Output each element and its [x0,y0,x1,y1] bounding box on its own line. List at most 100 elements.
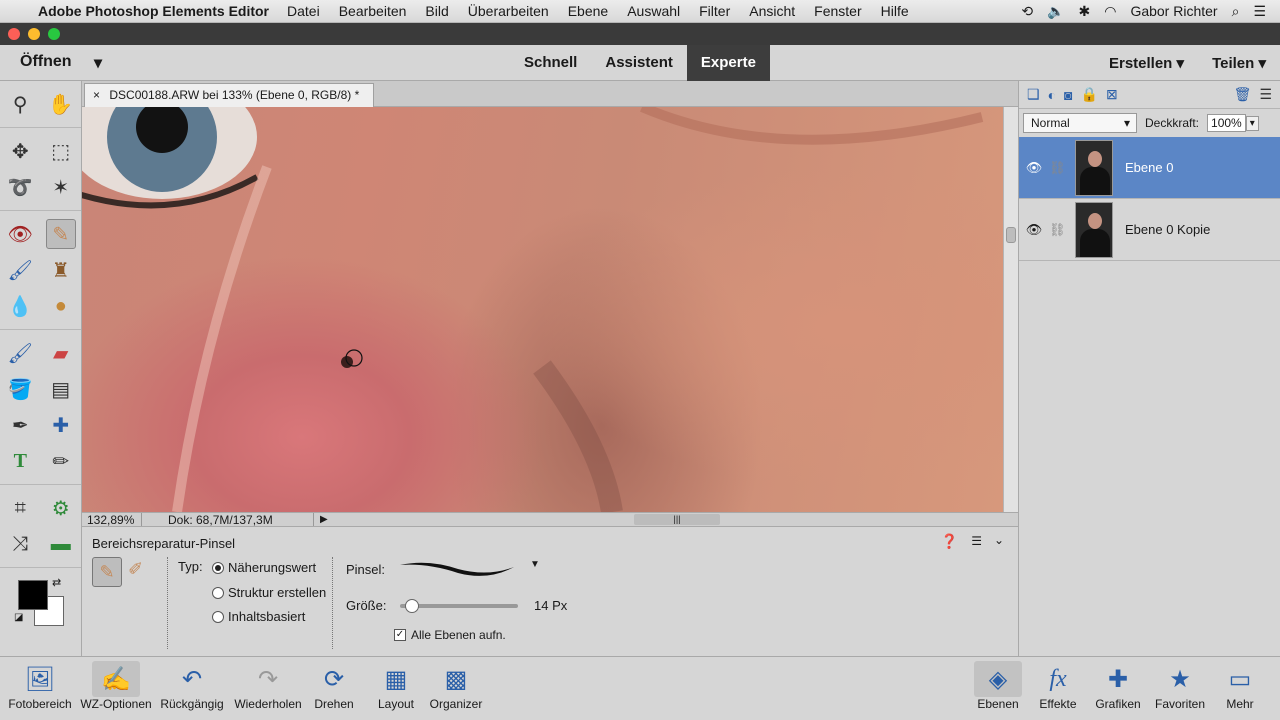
create-button[interactable]: Erstellen ▾ [1109,54,1184,72]
layer-row-ebene-0-kopie[interactable]: 👁 ⛓ Ebene 0 Kopie [1019,199,1280,261]
type-content-aware-radio[interactable]: Inhaltsbasiert [212,609,305,624]
undo-button[interactable]: ↶ Rückgängig [152,661,232,712]
straighten-tool-icon[interactable]: ▬ [46,529,76,559]
foreground-color-swatch[interactable] [18,580,48,610]
close-tab-icon[interactable]: × [93,88,100,102]
options-menu-icon[interactable]: ☰ [971,534,982,548]
horizontal-scroll-thumb[interactable]: ||| [634,514,720,525]
zoom-tool-icon[interactable]: ⚲ [5,89,35,119]
blend-mode-select[interactable]: Normal [1023,113,1137,133]
content-aware-move-tool-icon[interactable]: ⤨ [5,529,35,559]
checkmark-icon[interactable]: ✓ [394,629,406,641]
status-menu-arrow-icon[interactable]: ▶ [320,514,328,525]
smart-brush-tool-icon[interactable]: 🖌 [5,255,35,285]
spotlight-icon[interactable]: ⌕ [1232,3,1240,20]
crop-tool-icon[interactable]: ⌗ [5,493,35,523]
zoom-level[interactable]: 132,89% [82,512,142,527]
mode-schnell[interactable]: Schnell [510,45,591,81]
delete-layer-icon[interactable]: 🗑 [1234,86,1252,103]
mode-experte[interactable]: Experte [686,45,770,81]
new-layer-icon[interactable]: ❑ [1027,86,1040,103]
tool-options-button[interactable]: ✍ WZ-Optionen [76,661,156,711]
open-button[interactable]: Öffnen ▾ [0,53,110,73]
vertical-scroll-thumb[interactable] [1006,227,1016,243]
red-eye-tool-icon[interactable]: 👁 [5,219,35,249]
visibility-eye-icon[interactable]: 👁 [1019,160,1049,176]
zoom-window-icon[interactable] [48,28,60,40]
close-window-icon[interactable] [8,28,20,40]
sponge-tool-icon[interactable]: ● [46,291,76,321]
recompose-tool-icon[interactable]: ⚙ [46,493,76,523]
link-icon[interactable]: ⛓ [1049,222,1075,238]
menu-ueberarbeiten[interactable]: Überarbeiten [468,3,549,19]
opacity-input[interactable]: 100% [1207,114,1246,132]
volume-icon[interactable]: 🔈 [1047,3,1064,20]
link-icon[interactable]: ⛓ [1049,160,1075,176]
menu-fenster[interactable]: Fenster [814,3,861,19]
menu-hilfe[interactable]: Hilfe [881,3,909,19]
wifi-icon[interactable]: ◠ [1104,3,1116,20]
help-icon[interactable]: ❓ [941,533,958,550]
paint-bucket-tool-icon[interactable]: 🪣 [5,374,35,404]
spot-healing-brush-icon[interactable]: ✎ [45,219,76,249]
menu-ansicht[interactable]: Ansicht [749,3,795,19]
menu-auswahl[interactable]: Auswahl [627,3,680,19]
menu-filter[interactable]: Filter [699,3,730,19]
blur-tool-icon[interactable]: 💧 [5,291,35,321]
panel-menu-icon[interactable]: ☰ [1259,86,1272,103]
type-approx-radio[interactable]: Näherungswert [212,560,316,575]
share-button[interactable]: Teilen ▾ [1212,54,1266,72]
minimize-window-icon[interactable] [28,28,40,40]
pencil-tool-icon[interactable]: ✏ [46,446,76,476]
default-colors-icon[interactable]: ◪ [14,612,23,623]
brush-preview[interactable] [398,557,518,577]
layer-mask-icon[interactable]: ◙ [1064,87,1072,103]
more-button[interactable]: ▭ Mehr [1200,661,1280,712]
brush-tool-icon[interactable]: 🖌 [5,338,35,368]
clone-stamp-tool-icon[interactable]: ♜ [46,255,76,285]
app-name[interactable]: Adobe Photoshop Elements Editor [38,3,269,19]
hand-tool-icon[interactable]: ✋ [46,89,76,119]
gradient-tool-icon[interactable]: ▤ [46,374,76,404]
notification-center-icon[interactable]: ☰ [1253,3,1266,20]
bluetooth-icon[interactable]: ✱ [1078,3,1090,20]
size-slider[interactable] [400,599,518,613]
type-texture-radio[interactable]: Struktur erstellen [212,585,326,600]
radio-dot[interactable] [212,586,224,599]
menu-bild[interactable]: Bild [425,3,448,19]
move-tool-icon[interactable]: ✥ [5,136,35,166]
layer-row-ebene-0[interactable]: 👁 ⛓ Ebene 0 [1019,137,1280,199]
size-slider-knob[interactable] [405,599,420,613]
marquee-tool-icon[interactable]: ⬚ [46,136,76,166]
organizer-button[interactable]: ▩ Organizer [416,661,496,712]
radio-dot[interactable] [212,610,224,623]
menu-ebene[interactable]: Ebene [568,3,608,19]
brush-picker-chevron-icon[interactable]: ▼ [530,559,540,570]
text-tool-icon[interactable]: T [5,446,35,476]
radio-dot[interactable] [212,561,224,574]
swap-colors-icon[interactable]: ⇄ [52,576,61,589]
adjustment-layer-icon[interactable]: ◐ [1048,87,1056,103]
lock-transparency-icon[interactable]: ⊠ [1106,86,1118,103]
menu-bearbeiten[interactable]: Bearbeiten [339,3,407,19]
magic-wand-tool-icon[interactable]: ✶ [46,172,76,202]
time-machine-icon[interactable]: ⟲ [1021,3,1033,20]
user-name[interactable]: Gabor Richter [1130,3,1217,19]
eraser-tool-icon[interactable]: ▰ [46,338,76,368]
menu-datei[interactable]: Datei [287,3,320,19]
all-layers-checkbox[interactable]: ✓ Alle Ebenen aufn. [394,628,506,642]
spot-healing-variant-icon[interactable]: ✎ [92,557,122,587]
photo-bin-button[interactable]: 🖼 Fotobereich [0,661,80,712]
collapse-icon[interactable]: ⌄ [994,533,1004,547]
image-canvas[interactable] [82,107,1003,512]
lock-all-icon[interactable]: 🔒 [1081,86,1098,103]
opacity-chevron-icon[interactable]: ▾ [1245,115,1259,131]
lasso-tool-icon[interactable]: ➰ [5,172,35,202]
vertical-scrollbar[interactable] [1003,107,1018,512]
visibility-eye-icon[interactable]: 👁 [1019,222,1049,238]
healing-brush-variant-icon[interactable]: ✐ [128,559,143,580]
mode-assistent[interactable]: Assistent [591,45,687,81]
eyedropper-tool-icon[interactable]: ✒ [5,410,35,440]
custom-shape-tool-icon[interactable]: ✚ [46,410,76,440]
document-tab[interactable]: × DSC00188.ARW bei 133% (Ebene 0, RGB/8)… [84,83,374,107]
